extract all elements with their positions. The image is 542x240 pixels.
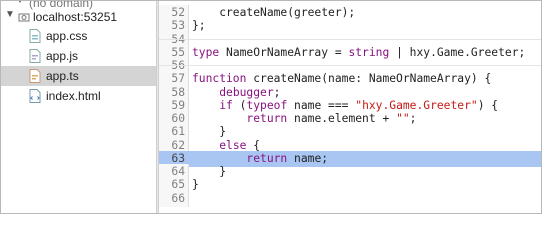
file-navigator: ▼ (no domain) ▼ localhost:53251 app.css a…	[1, 1, 156, 213]
tree-item-label: app.js	[46, 49, 79, 63]
tree-item-file[interactable]: index.html	[1, 86, 156, 106]
tree-item-file[interactable]: app.css	[1, 26, 156, 46]
tree-item-label: index.html	[46, 89, 101, 103]
css-file-icon	[29, 29, 41, 43]
line-number[interactable]: 66	[159, 190, 189, 207]
cloud-folder-icon	[18, 13, 30, 22]
blank-line-divider	[159, 38, 541, 40]
tree-item-label: app.css	[46, 29, 88, 43]
devtools-sources-panel: ▼ (no domain) ▼ localhost:53251 app.css a…	[0, 0, 542, 214]
js-file-icon	[29, 49, 41, 63]
blank-line-divider	[159, 65, 541, 66]
tree-item-label: localhost:53251	[33, 10, 118, 24]
ts-file-icon	[29, 69, 41, 83]
chevron-down-icon[interactable]: ▼	[5, 10, 15, 20]
html-file-icon	[29, 89, 41, 103]
tree-item-file[interactable]: app.js	[1, 46, 156, 66]
code-line[interactable]: 66	[159, 190, 541, 207]
tree-item-localhost[interactable]: ▼ localhost:53251	[1, 7, 156, 27]
chevron-down-icon: ▼	[15, 0, 25, 6]
tree-item-label: app.ts	[46, 69, 79, 83]
code-editor[interactable]: 52 createName(greeter); 53}; 54 55 type Name…	[159, 1, 541, 213]
tree-item-file[interactable]: app.ts	[1, 66, 156, 86]
